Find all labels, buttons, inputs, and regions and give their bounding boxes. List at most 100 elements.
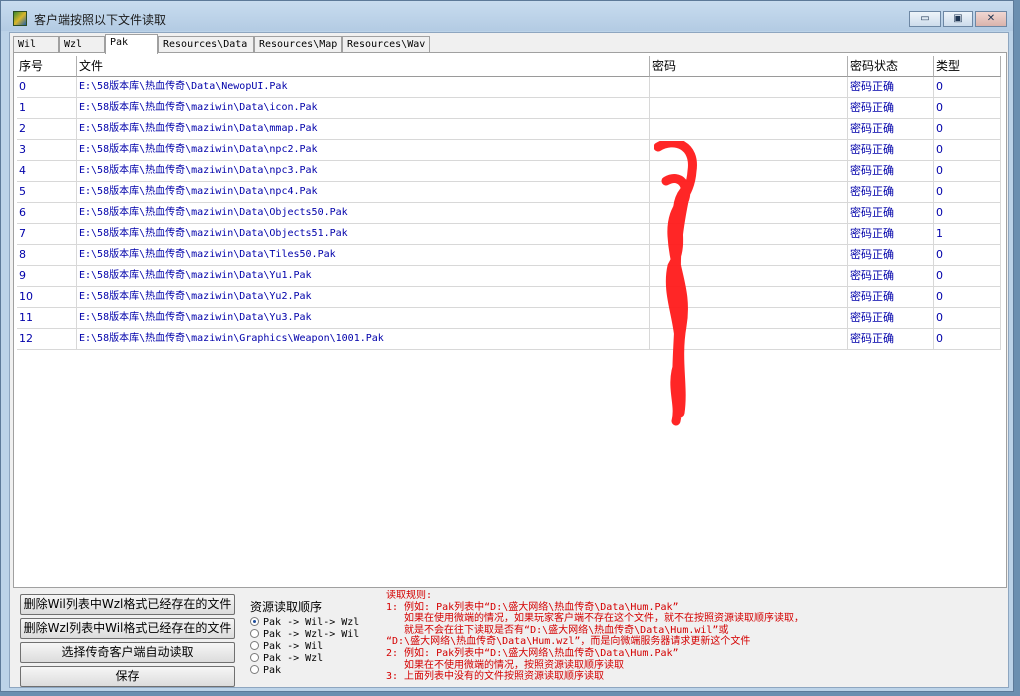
- auto-read-client-button[interactable]: 选择传奇客户端自动读取: [20, 642, 235, 663]
- cell-password-status[interactable]: 密码正确: [848, 140, 934, 161]
- table-row[interactable]: 12 E:\58版本库\热血传奇\maziwin\Graphics\Weapon\…: [17, 329, 1001, 350]
- cell-password[interactable]: [650, 98, 848, 119]
- cell-password-status[interactable]: 密码正确: [848, 224, 934, 245]
- table-row[interactable]: 7 E:\58版本库\热血传奇\maziwin\Data\Objects51.Pa…: [17, 224, 1001, 245]
- close-button[interactable]: ✕: [975, 11, 1007, 27]
- tab-resources-map[interactable]: Resources\Map: [254, 36, 342, 53]
- tab-pak[interactable]: Pak: [105, 34, 158, 54]
- cell-index[interactable]: 10: [17, 287, 77, 308]
- cell-file[interactable]: E:\58版本库\热血传奇\Data\NewopUI.Pak: [77, 77, 650, 98]
- title-bar[interactable]: 客户端按照以下文件读取 ▭ ▣ ✕: [1, 1, 1013, 31]
- radio-icon[interactable]: [250, 653, 259, 662]
- cell-type[interactable]: 0: [934, 203, 1001, 224]
- cell-type[interactable]: 0: [934, 245, 1001, 266]
- cell-index[interactable]: 6: [17, 203, 77, 224]
- cell-file[interactable]: E:\58版本库\热血传奇\maziwin\Data\Yu3.Pak: [77, 308, 650, 329]
- header-password-status[interactable]: 密码状态: [848, 56, 934, 77]
- header-password[interactable]: 密码: [650, 56, 848, 77]
- delete-wzl-duplicates-button[interactable]: 删除Wzl列表中Wil格式已经存在的文件: [20, 618, 235, 639]
- cell-index[interactable]: 4: [17, 161, 77, 182]
- cell-file[interactable]: E:\58版本库\热血传奇\maziwin\Data\mmap.Pak: [77, 119, 650, 140]
- cell-file[interactable]: E:\58版本库\热血传奇\maziwin\Graphics\Weapon\10…: [77, 329, 650, 350]
- cell-index[interactable]: 12: [17, 329, 77, 350]
- cell-password-status[interactable]: 密码正确: [848, 245, 934, 266]
- maximize-button[interactable]: ▣: [943, 11, 973, 27]
- cell-password-status[interactable]: 密码正确: [848, 308, 934, 329]
- rules-line-7: 3: 上面列表中没有的文件按照资源读取顺序读取: [386, 671, 605, 683]
- cell-password-status[interactable]: 密码正确: [848, 119, 934, 140]
- table-row[interactable]: 9 E:\58版本库\热血传奇\maziwin\Data\Yu1.Pak 密码正确 0: [17, 266, 1001, 287]
- header-type[interactable]: 类型: [934, 56, 1001, 77]
- cell-password-status[interactable]: 密码正确: [848, 98, 934, 119]
- cell-index[interactable]: 0: [17, 77, 77, 98]
- table-row[interactable]: 4 E:\58版本库\热血传奇\maziwin\Data\npc3.Pak 密码正确…: [17, 161, 1001, 182]
- delete-wil-duplicates-button[interactable]: 删除Wil列表中Wzl格式已经存在的文件: [20, 594, 235, 615]
- header-file[interactable]: 文件: [77, 56, 650, 77]
- cell-index[interactable]: 5: [17, 182, 77, 203]
- cell-index[interactable]: 11: [17, 308, 77, 329]
- cell-type[interactable]: 0: [934, 98, 1001, 119]
- cell-file[interactable]: E:\58版本库\热血传奇\maziwin\Data\Objects51.Pak: [77, 224, 650, 245]
- save-button[interactable]: 保存: [20, 666, 235, 687]
- tab-wil[interactable]: Wil: [13, 36, 59, 53]
- table-row[interactable]: 10 E:\58版本库\热血传奇\maziwin\Data\Yu2.Pak 密码正确…: [17, 287, 1001, 308]
- cell-password-status[interactable]: 密码正确: [848, 329, 934, 350]
- table-row[interactable]: 11 E:\58版本库\热血传奇\maziwin\Data\Yu3.Pak 密码正确…: [17, 308, 1001, 329]
- table-row[interactable]: 1 E:\58版本库\热血传奇\maziwin\Data\icon.Pak 密码正确…: [17, 98, 1001, 119]
- cell-password-status[interactable]: 密码正确: [848, 182, 934, 203]
- cell-index[interactable]: 2: [17, 119, 77, 140]
- table-row[interactable]: 5 E:\58版本库\热血传奇\maziwin\Data\npc4.Pak 密码正确…: [17, 182, 1001, 203]
- cell-file[interactable]: E:\58版本库\热血传奇\maziwin\Data\icon.Pak: [77, 98, 650, 119]
- table-row[interactable]: 2 E:\58版本库\热血传奇\maziwin\Data\mmap.Pak 密码正确…: [17, 119, 1001, 140]
- cell-password-status[interactable]: 密码正确: [848, 287, 934, 308]
- cell-file[interactable]: E:\58版本库\热血传奇\maziwin\Data\npc3.Pak: [77, 161, 650, 182]
- cell-file[interactable]: E:\58版本库\热血传奇\maziwin\Data\npc4.Pak: [77, 182, 650, 203]
- cell-type[interactable]: 0: [934, 140, 1001, 161]
- cell-type[interactable]: 0: [934, 308, 1001, 329]
- table-row[interactable]: 3 E:\58版本库\热血传奇\maziwin\Data\npc2.Pak 密码正确…: [17, 140, 1001, 161]
- cell-index[interactable]: 3: [17, 140, 77, 161]
- tab-wzl[interactable]: Wzl: [59, 36, 105, 53]
- cell-file[interactable]: E:\58版本库\热血传奇\maziwin\Data\Yu2.Pak: [77, 287, 650, 308]
- cell-type[interactable]: 0: [934, 287, 1001, 308]
- cell-file[interactable]: E:\58版本库\热血传奇\maziwin\Data\Tiles50.Pak: [77, 245, 650, 266]
- cell-type[interactable]: 0: [934, 182, 1001, 203]
- cell-password-status[interactable]: 密码正确: [848, 203, 934, 224]
- cell-password[interactable]: [650, 119, 848, 140]
- cell-index[interactable]: 9: [17, 266, 77, 287]
- table-row[interactable]: 0 E:\58版本库\热血传奇\Data\NewopUI.Pak 密码正确 0: [17, 77, 1001, 98]
- cell-type[interactable]: 0: [934, 77, 1001, 98]
- table-row[interactable]: 6 E:\58版本库\热血传奇\maziwin\Data\Objects50.Pa…: [17, 203, 1001, 224]
- order-option-pak-wil-wzl[interactable]: Pak -> Wil-> Wzl: [250, 617, 359, 629]
- minimize-button[interactable]: ▭: [909, 11, 941, 27]
- tab-resources-data[interactable]: Resources\Data: [158, 36, 254, 53]
- table-row[interactable]: 8 E:\58版本库\热血传奇\maziwin\Data\Tiles50.Pak 密…: [17, 245, 1001, 266]
- cell-type[interactable]: 0: [934, 329, 1001, 350]
- cell-index[interactable]: 7: [17, 224, 77, 245]
- radio-selected-icon[interactable]: [250, 617, 259, 626]
- header-index[interactable]: 序号: [17, 56, 77, 77]
- cell-password-status[interactable]: 密码正确: [848, 161, 934, 182]
- cell-password-status[interactable]: 密码正确: [848, 266, 934, 287]
- cell-type[interactable]: 0: [934, 161, 1001, 182]
- cell-file[interactable]: E:\58版本库\热血传奇\maziwin\Data\Objects50.Pak: [77, 203, 650, 224]
- cell-index[interactable]: 8: [17, 245, 77, 266]
- order-option-pak-wzl[interactable]: Pak -> Wzl: [250, 653, 323, 665]
- cell-password[interactable]: [650, 77, 848, 98]
- tab-resources-wav[interactable]: Resources\Wav: [342, 36, 430, 53]
- cell-type[interactable]: 0: [934, 119, 1001, 140]
- cell-type[interactable]: 1: [934, 224, 1001, 245]
- app-icon: [13, 11, 27, 26]
- cell-type[interactable]: 0: [934, 266, 1001, 287]
- cell-password-status[interactable]: 密码正确: [848, 77, 934, 98]
- cell-index[interactable]: 1: [17, 98, 77, 119]
- cell-file[interactable]: E:\58版本库\热血传奇\maziwin\Data\Yu1.Pak: [77, 266, 650, 287]
- pak-file-list-panel: 序号 文件 密码 密码状态 类型 0 E:\58版本库\热血传奇\Data\New…: [13, 52, 1007, 588]
- order-option-pak-wil[interactable]: Pak -> Wil: [250, 641, 323, 653]
- order-option-pak-wzl-wil[interactable]: Pak -> Wzl-> Wil: [250, 629, 359, 641]
- radio-icon[interactable]: [250, 665, 259, 674]
- radio-icon[interactable]: [250, 629, 259, 638]
- radio-icon[interactable]: [250, 641, 259, 650]
- cell-file[interactable]: E:\58版本库\热血传奇\maziwin\Data\npc2.Pak: [77, 140, 650, 161]
- order-option-pak[interactable]: Pak: [250, 665, 281, 677]
